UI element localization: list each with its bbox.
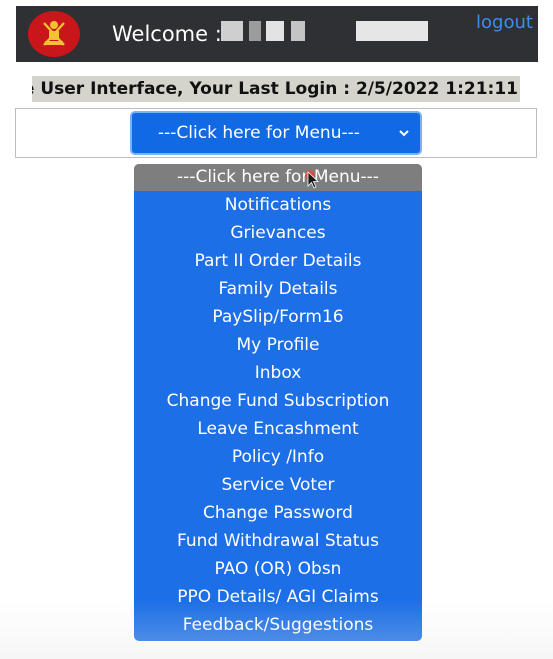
last-login-text: le User Interface, Your Last Login : 2/5… xyxy=(32,79,518,99)
redacted-name-block xyxy=(266,21,284,41)
menu-option-ppo-details-agi-claims[interactable]: PPO Details/ AGI Claims xyxy=(134,583,422,611)
top-header: Welcome : logout xyxy=(16,6,538,62)
menu-select[interactable]: ---Click here for Menu--- xyxy=(130,111,422,155)
menu-option-policy-info[interactable]: Policy /Info xyxy=(134,443,422,471)
menu-option-part-ii-order-details[interactable]: Part II Order Details xyxy=(134,247,422,275)
menu-option-feedback-suggestions[interactable]: Feedback/Suggestions xyxy=(134,611,422,639)
menu-option-payslip-form16[interactable]: PaySlip/Form16 xyxy=(134,303,422,331)
redacted-name-block xyxy=(221,21,243,41)
menu-option-pao-or-obsn[interactable]: PAO (OR) Obsn xyxy=(134,555,422,583)
menu-option-notifications[interactable]: Notifications xyxy=(134,191,422,219)
menu-option-inbox[interactable]: Inbox xyxy=(134,359,422,387)
redacted-name-block xyxy=(249,21,261,41)
redacted-name-block xyxy=(291,21,305,41)
menu-dropdown-list: ---Click here for Menu--- Notifications … xyxy=(134,164,422,641)
menu-option-fund-withdrawal-status[interactable]: Fund Withdrawal Status xyxy=(134,527,422,555)
menu-option-my-profile[interactable]: My Profile xyxy=(134,331,422,359)
menu-option-change-password[interactable]: Change Password xyxy=(134,499,422,527)
menu-option-leave-encashment[interactable]: Leave Encashment xyxy=(134,415,422,443)
menu-option-grievances[interactable]: Grievances xyxy=(134,219,422,247)
menu-option-family-details[interactable]: Family Details xyxy=(134,275,422,303)
army-emblem-icon xyxy=(28,11,80,57)
menu-option-service-voter[interactable]: Service Voter xyxy=(134,471,422,499)
menu-select-label: ---Click here for Menu--- xyxy=(158,123,360,143)
menu-option-change-fund-subscription[interactable]: Change Fund Subscription xyxy=(134,387,422,415)
last-login-banner: le User Interface, Your Last Login : 2/5… xyxy=(32,76,520,102)
redacted-name-block xyxy=(356,21,428,41)
welcome-label: Welcome : xyxy=(112,22,222,46)
chevron-down-icon xyxy=(399,130,409,137)
menu-option-placeholder[interactable]: ---Click here for Menu--- xyxy=(134,164,422,191)
logout-link[interactable]: logout xyxy=(476,12,533,34)
